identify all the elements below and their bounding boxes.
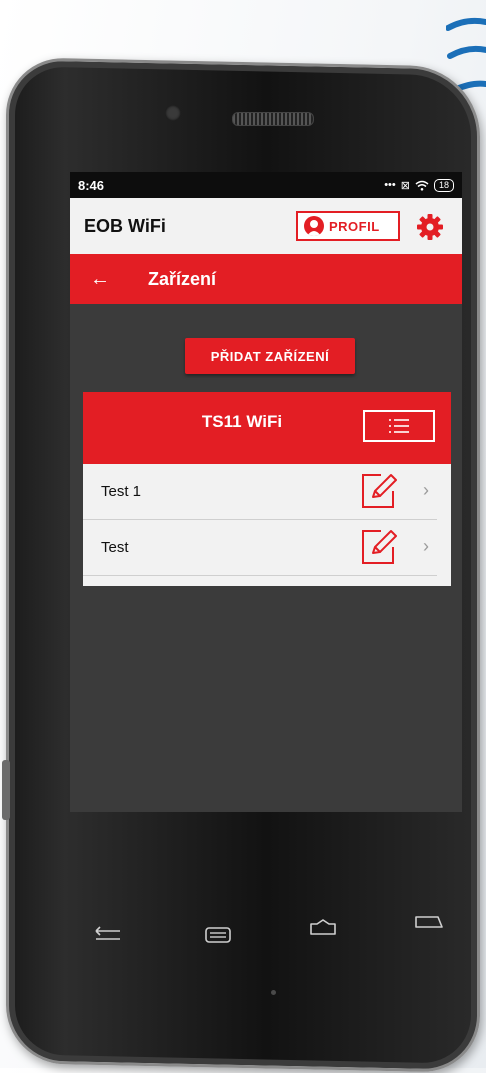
hardware-nav-keys	[60, 905, 460, 965]
battery-indicator: 18	[433, 178, 454, 192]
menu-key-icon[interactable]	[200, 925, 236, 945]
add-device-button[interactable]: PŘIDAT ZAŘÍZENÍ	[185, 338, 355, 374]
app-header: EOB WiFi PROFIL	[70, 198, 462, 254]
list-item-label: Test	[101, 539, 129, 556]
device-card-header: TS11 WiFi	[83, 392, 451, 464]
list-item[interactable]: Test 1 ›	[83, 464, 437, 520]
list-item[interactable]: Test ›	[83, 520, 437, 576]
chevron-right-icon: ›	[423, 536, 429, 556]
more-dots-icon: •••	[384, 179, 396, 191]
back-key-icon[interactable]	[90, 925, 126, 945]
phone-side-button	[2, 760, 10, 820]
app-title: EOB WiFi	[84, 215, 166, 236]
list-icon	[389, 419, 409, 433]
profile-button[interactable]: PROFIL	[296, 211, 400, 241]
arrow-left-icon[interactable]: ←	[90, 268, 130, 291]
status-time: 8:46	[78, 177, 105, 193]
device-list: Test 1 › Test ›	[83, 464, 451, 586]
pencil-icon[interactable]	[359, 471, 399, 511]
recent-apps-key-icon[interactable]	[410, 913, 446, 933]
page-title-bar: ← Zařízení	[70, 254, 462, 304]
gear-icon[interactable]	[416, 213, 444, 241]
page-title: Zařízení	[148, 268, 217, 289]
list-item-label: Test 1	[101, 483, 142, 500]
user-icon	[304, 216, 324, 236]
device-menu-button[interactable]	[363, 410, 435, 442]
phone-sensor-dot	[271, 990, 276, 995]
status-bar: 8:46 ••• ⊠ 18	[70, 172, 462, 198]
no-sim-icon: ⊠	[400, 179, 410, 192]
earpiece-speaker	[232, 112, 314, 126]
app-screen: 8:46 ••• ⊠ 18 EOB WiFi PROFIL ← Zařízení…	[70, 172, 462, 812]
chevron-right-icon: ›	[423, 480, 429, 500]
profile-label: PROFIL	[329, 218, 380, 234]
home-key-icon[interactable]	[305, 917, 341, 937]
front-camera	[165, 105, 181, 121]
wifi-icon	[415, 180, 429, 191]
device-card: TS11 WiFi Test 1 › Test ›	[83, 392, 451, 586]
pencil-icon[interactable]	[359, 527, 399, 567]
